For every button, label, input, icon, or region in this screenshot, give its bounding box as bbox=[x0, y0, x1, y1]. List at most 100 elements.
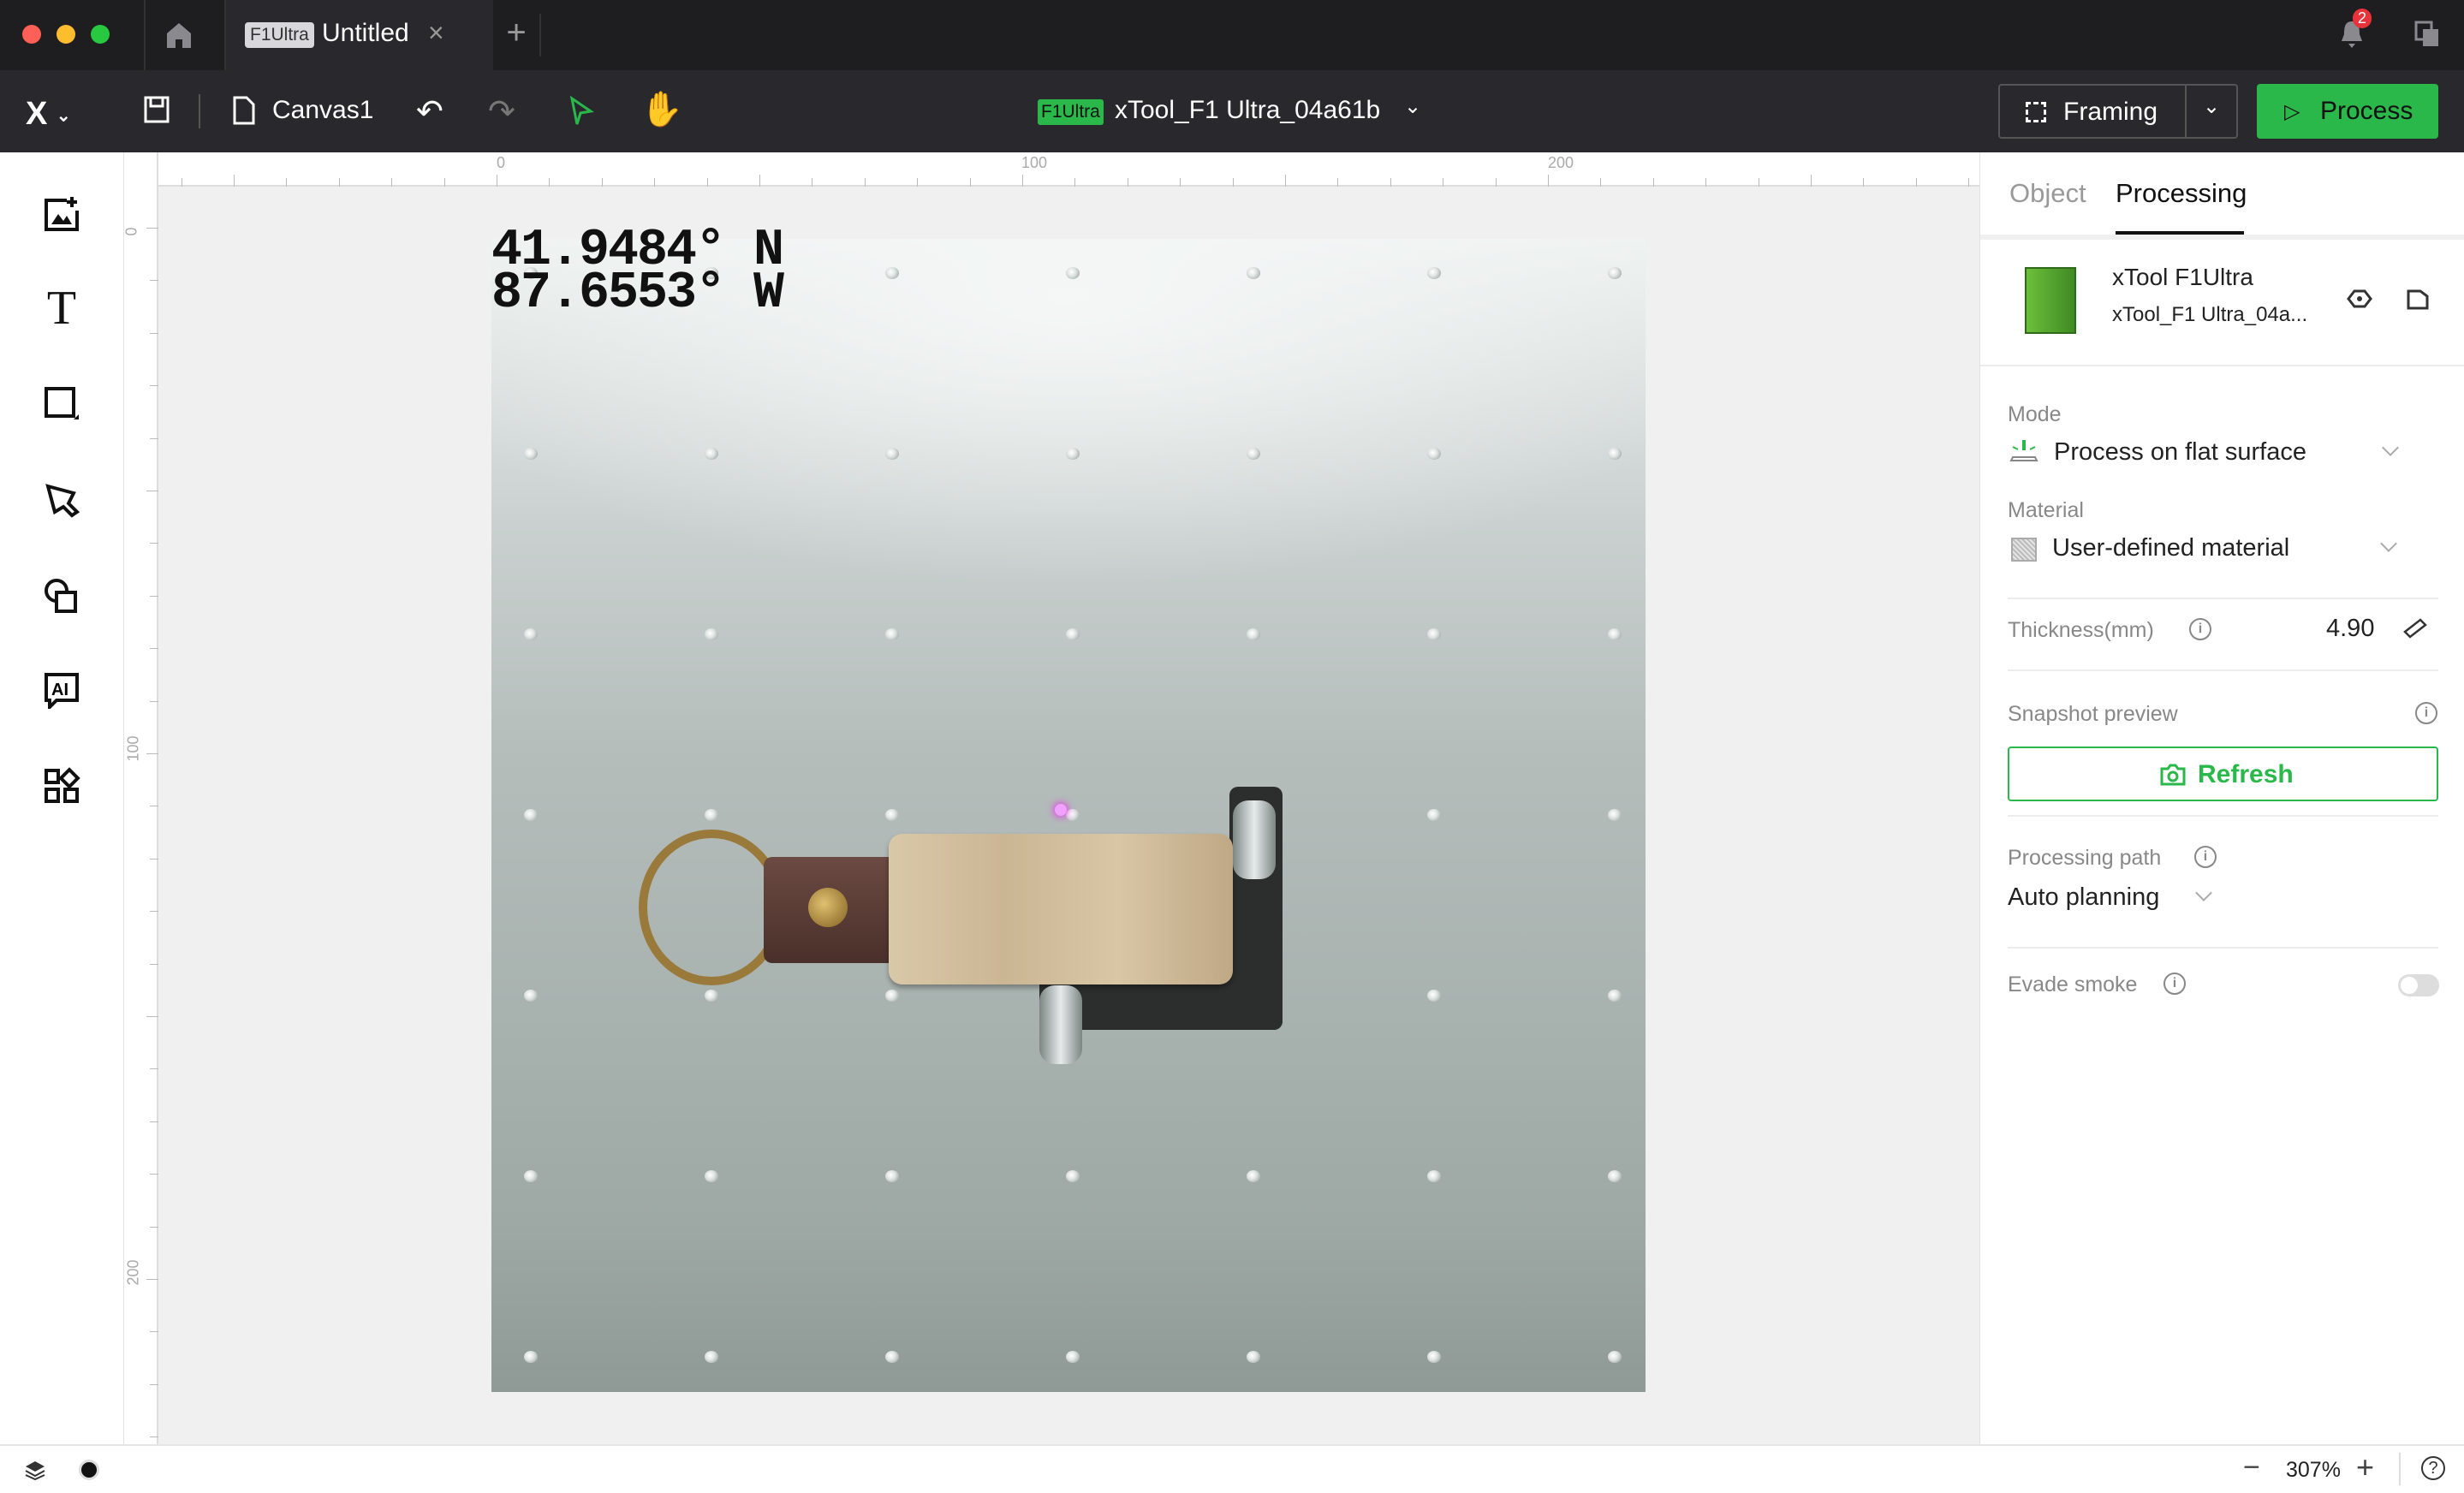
ruler-tick bbox=[969, 178, 971, 187]
ruler-tick bbox=[146, 228, 158, 229]
process-label: Process bbox=[2320, 97, 2413, 125]
honeycomb-hole bbox=[1427, 1351, 1441, 1363]
maximize-window-button[interactable] bbox=[91, 25, 110, 44]
honeycomb-hole bbox=[1608, 628, 1622, 640]
snapshot-label: Snapshot preview bbox=[2008, 702, 2178, 726]
pen-tool-icon[interactable] bbox=[38, 476, 86, 524]
refresh-button[interactable]: Refresh bbox=[2008, 746, 2438, 801]
info-icon[interactable]: i bbox=[2194, 846, 2217, 868]
device-settings-icon[interactable] bbox=[2407, 289, 2429, 314]
info-icon[interactable]: i bbox=[2415, 702, 2437, 724]
ruler-tick bbox=[286, 178, 288, 187]
thickness-input[interactable]: 4.90 bbox=[2326, 615, 2374, 643]
device-name: xTool_F1 Ultra_04a61b bbox=[1115, 96, 1381, 124]
ai-tool-icon[interactable]: AI bbox=[38, 666, 86, 714]
honeycomb-hole bbox=[705, 628, 718, 640]
ruler-tick bbox=[234, 175, 235, 187]
hand-tool-icon[interactable]: ✋ bbox=[640, 89, 683, 129]
layers-icon[interactable] bbox=[24, 1460, 46, 1484]
ruler-label: 100 bbox=[124, 735, 142, 762]
view-device-icon[interactable] bbox=[2347, 289, 2372, 312]
undo-icon[interactable]: ↶ bbox=[416, 92, 443, 131]
minimize-window-button[interactable] bbox=[57, 25, 75, 44]
mode-select[interactable]: Process on flat surface bbox=[2008, 435, 2419, 473]
notification-badge: 2 bbox=[2353, 9, 2372, 28]
honeycomb-hole bbox=[705, 809, 718, 821]
ruler-tick bbox=[1495, 178, 1497, 187]
apps-icon[interactable] bbox=[38, 762, 86, 810]
camera-preview-image[interactable] bbox=[491, 239, 1646, 1392]
ruler-tick bbox=[150, 437, 158, 439]
ruler-tick bbox=[150, 1331, 158, 1333]
close-window-button[interactable] bbox=[22, 25, 41, 44]
tab-object[interactable]: Object bbox=[2009, 178, 2086, 209]
ruler-tick bbox=[150, 700, 158, 702]
save-icon[interactable] bbox=[144, 96, 170, 128]
text-tool-icon[interactable]: T bbox=[38, 282, 86, 335]
ruler-tick bbox=[150, 858, 158, 860]
ruler-tick bbox=[150, 1226, 158, 1228]
honeycomb-hole bbox=[524, 990, 538, 1002]
ruler-tick bbox=[443, 178, 445, 187]
ruler-tick bbox=[601, 178, 603, 187]
ruler-tick bbox=[150, 385, 158, 387]
chevron-down-icon bbox=[2380, 535, 2397, 552]
device-name: xTool_F1 Ultra_04a... bbox=[2112, 303, 2308, 326]
shape-tool-icon[interactable] bbox=[38, 380, 86, 428]
framing-dropdown-button[interactable]: ⌄ bbox=[2187, 84, 2238, 139]
tab-processing[interactable]: Processing bbox=[2116, 178, 2247, 209]
device-thumbnail bbox=[2025, 267, 2076, 334]
status-bar: − 307% + ? bbox=[0, 1444, 2464, 1493]
zoom-out-button[interactable]: − bbox=[2243, 1451, 2260, 1484]
framing-label: Framing bbox=[2063, 98, 2158, 126]
tab-close-icon[interactable]: × bbox=[428, 17, 444, 49]
title-bar: F1Ultra Untitled × + 2 bbox=[0, 0, 2464, 70]
ruler-tick bbox=[150, 963, 158, 965]
tab-untitled[interactable]: F1Ultra Untitled × bbox=[224, 0, 493, 70]
windows-icon[interactable] bbox=[2414, 21, 2440, 48]
ruler-tick bbox=[146, 1016, 158, 1017]
new-tab-button[interactable]: + bbox=[493, 14, 541, 57]
ruler-tick bbox=[338, 178, 340, 187]
honeycomb-hole bbox=[1427, 990, 1441, 1002]
home-icon[interactable] bbox=[164, 21, 193, 50]
rivet bbox=[808, 888, 848, 927]
keyring bbox=[639, 830, 784, 985]
zoom-in-button[interactable]: + bbox=[2356, 1449, 2374, 1485]
bell-icon[interactable]: 2 bbox=[2339, 9, 2372, 50]
help-icon[interactable]: ? bbox=[2421, 1456, 2445, 1480]
info-icon[interactable]: i bbox=[2163, 973, 2186, 995]
honeycomb-hole bbox=[524, 1351, 538, 1363]
honeycomb-hole bbox=[524, 1170, 538, 1182]
coordinates-text-object[interactable]: 41.9484° N 87.6553° W bbox=[491, 225, 784, 319]
material-swatch-icon bbox=[2011, 538, 2037, 562]
honeycomb-hole bbox=[885, 809, 899, 821]
info-icon[interactable]: i bbox=[2189, 618, 2211, 640]
add-image-icon[interactable] bbox=[38, 190, 86, 238]
color-dot-icon[interactable] bbox=[79, 1460, 99, 1480]
flat-surface-icon bbox=[2009, 440, 2038, 461]
zoom-level[interactable]: 307% bbox=[2286, 1458, 2341, 1483]
device-badge: F1Ultra bbox=[1038, 99, 1104, 125]
material-select[interactable]: User-defined material bbox=[2008, 531, 2419, 568]
canvas-name[interactable]: Canvas1 bbox=[272, 96, 373, 125]
ruler-tick bbox=[759, 175, 760, 187]
device-model: xTool F1Ultra bbox=[2112, 264, 2253, 290]
processing-path-select[interactable]: Auto planning bbox=[2008, 880, 2230, 918]
honeycomb-hole bbox=[885, 448, 899, 460]
elements-icon[interactable] bbox=[38, 572, 86, 620]
redo-icon[interactable]: ↷ bbox=[488, 92, 515, 131]
framing-button[interactable]: Framing bbox=[1998, 84, 2187, 139]
select-tool-icon[interactable] bbox=[568, 95, 594, 131]
chevron-down-icon: ⌄ bbox=[1404, 95, 1422, 118]
processing-path-value: Auto planning bbox=[2008, 883, 2160, 911]
ruler-tick bbox=[1074, 178, 1076, 187]
horizontal-ruler[interactable]: 0 100 200 bbox=[158, 152, 1979, 187]
ruler-tick bbox=[150, 1121, 158, 1122]
process-button[interactable]: ▷ Process bbox=[2257, 84, 2438, 139]
evade-smoke-toggle[interactable] bbox=[2398, 974, 2439, 996]
measure-icon[interactable] bbox=[2403, 616, 2427, 643]
vertical-ruler[interactable]: 0 100 200 bbox=[123, 152, 158, 1444]
xtool-logo-menu[interactable]: X ⌄ bbox=[26, 96, 71, 133]
honeycomb-hole bbox=[885, 1351, 899, 1363]
